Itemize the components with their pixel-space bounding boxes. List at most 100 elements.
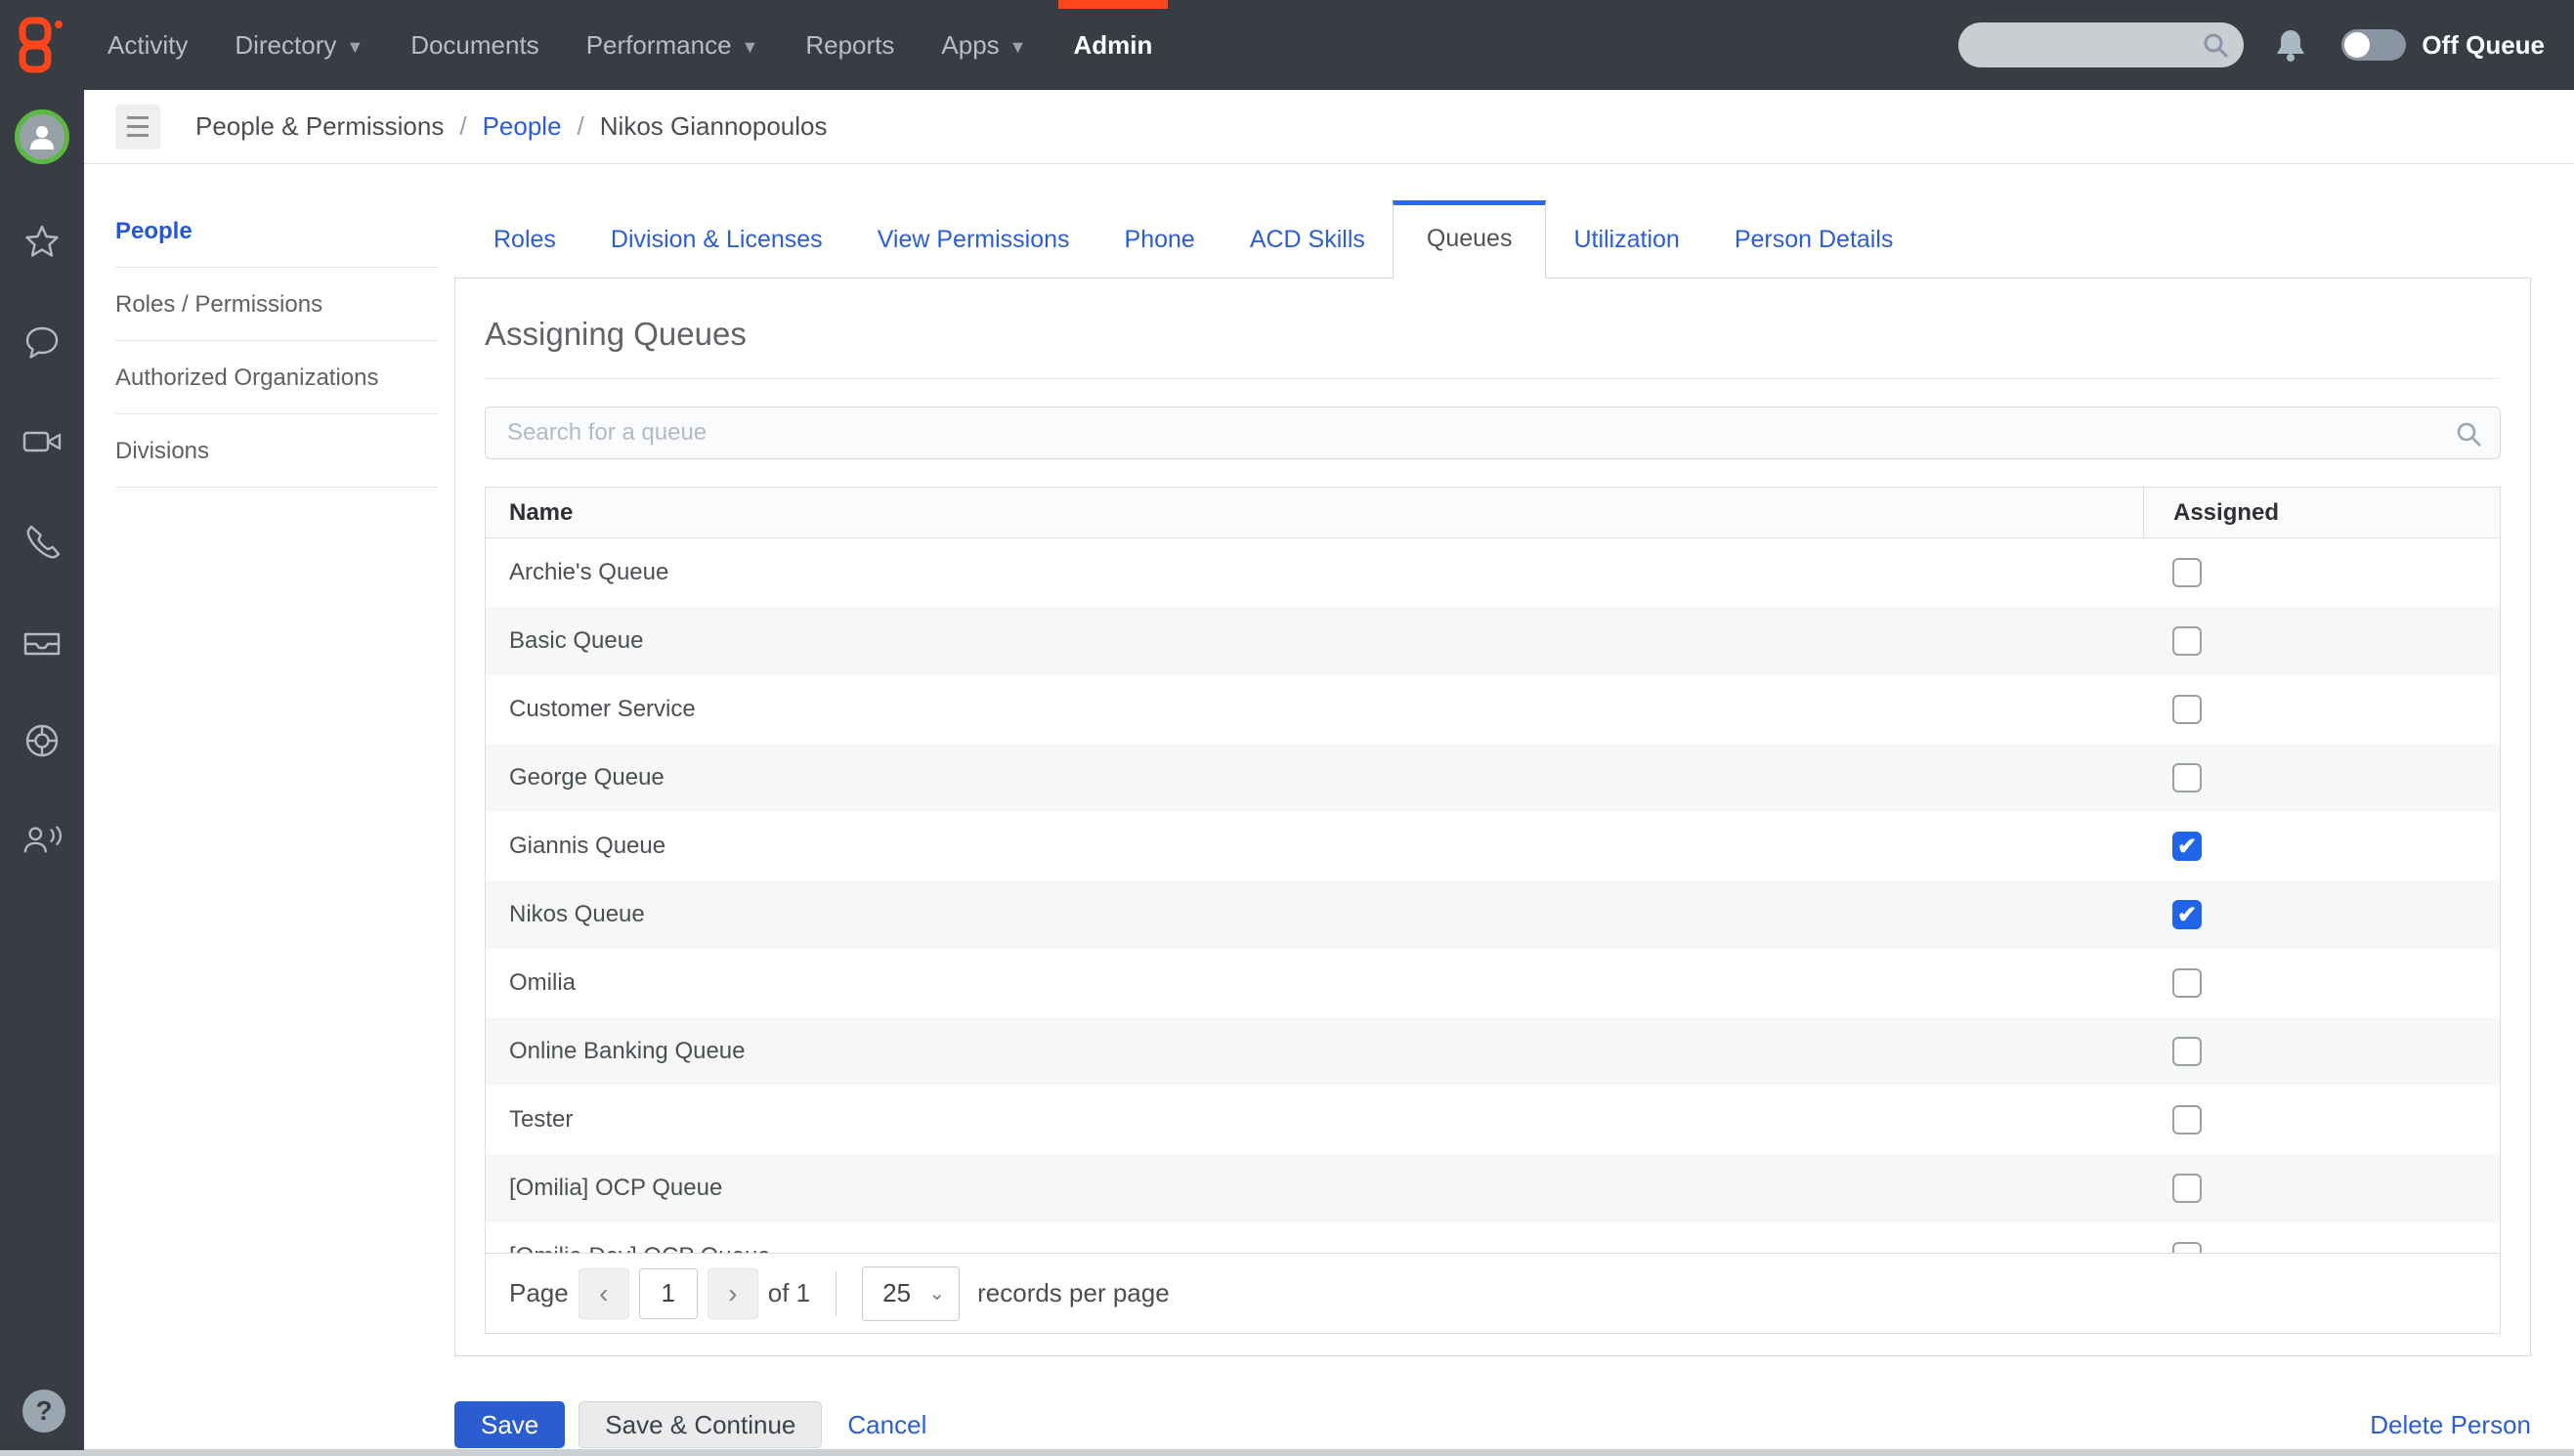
top-bar-right: Off Queue: [1958, 0, 2574, 90]
page-label: Page: [509, 1278, 569, 1308]
tab[interactable]: Utilization: [1546, 208, 1706, 278]
tab[interactable]: Phone: [1097, 208, 1223, 278]
records-per-page-label: records per page: [977, 1278, 1170, 1308]
top-nav-item[interactable]: Directory ▼: [211, 0, 387, 90]
breadcrumb-item[interactable]: Nikos Giannopoulos: [600, 111, 828, 142]
agent-voice-icon[interactable]: [21, 819, 64, 862]
assigned-cell: [2143, 695, 2500, 724]
breadcrumb-separator: /: [578, 111, 584, 142]
column-header-assigned: Assigned: [2143, 488, 2500, 537]
table-row: [Omilia Dev] OCP Queue: [486, 1222, 2500, 1253]
assigned-checkbox[interactable]: [2172, 900, 2202, 929]
video-icon[interactable]: [21, 420, 64, 463]
assigned-cell: [2143, 558, 2500, 587]
off-queue-label: Off Queue: [2422, 30, 2545, 61]
queue-name: [Omilia Dev] OCP Queue: [486, 1243, 2143, 1253]
pager-divider: [836, 1271, 837, 1316]
tab[interactable]: Roles: [466, 208, 583, 278]
chevron-down-icon: ▼: [742, 37, 759, 58]
queue-name: Nikos Queue: [486, 901, 2143, 928]
table-body: Archie's Queue Basic Queue: [486, 538, 2500, 1253]
page-size-value: 25: [882, 1278, 911, 1308]
tab[interactable]: Queues: [1393, 200, 1547, 278]
notifications-bell-icon[interactable]: [2273, 26, 2308, 64]
assigned-checkbox[interactable]: [2172, 1242, 2202, 1253]
tab[interactable]: Division & Licenses: [583, 208, 850, 278]
top-nav-item[interactable]: Documents ▼: [387, 0, 563, 90]
side-menu-item[interactable]: Roles / Permissions: [115, 268, 438, 341]
assigned-checkbox[interactable]: [2172, 695, 2202, 724]
top-nav-item[interactable]: Performance ▼: [563, 0, 783, 90]
current-page-input[interactable]: [639, 1268, 698, 1319]
queue-status-toggle[interactable]: [2341, 29, 2406, 61]
breadcrumb-item[interactable]: People: [483, 111, 562, 142]
top-nav-item[interactable]: Apps ▼: [918, 0, 1050, 90]
queue-name: George Queue: [486, 764, 2143, 792]
queue-name: Tester: [486, 1106, 2143, 1134]
favorites-star-icon[interactable]: [21, 221, 64, 264]
breadcrumb-item[interactable]: People & Permissions: [195, 111, 444, 142]
assigned-checkbox[interactable]: [2172, 1105, 2202, 1135]
side-menu-item[interactable]: People: [115, 194, 438, 268]
save-and-continue-button[interactable]: Save & Continue: [579, 1401, 822, 1448]
page-size-select[interactable]: 25 ⌄: [862, 1266, 960, 1321]
tab[interactable]: View Permissions: [850, 208, 1097, 278]
chat-icon[interactable]: [21, 321, 64, 364]
content-area: People Roles / Permissions Authorized Or…: [84, 165, 2574, 1450]
queue-search-input[interactable]: [485, 407, 2501, 459]
breadcrumb: / People & Permissions / People / Nikos …: [195, 111, 827, 142]
assigned-cell: [2143, 763, 2500, 792]
previous-page-button[interactable]: ‹: [579, 1268, 629, 1319]
bottom-strip: [0, 1449, 2574, 1456]
chevron-down-icon: ▼: [346, 37, 364, 58]
help-icon[interactable]: ?: [22, 1390, 65, 1433]
assigned-checkbox[interactable]: [2172, 763, 2202, 792]
table-row: Tester: [486, 1086, 2500, 1154]
table-header: Name Assigned: [486, 488, 2500, 538]
table-row: Customer Service: [486, 675, 2500, 744]
chevron-down-icon: ⌄: [928, 1281, 945, 1306]
top-nav-item[interactable]: Admin ▼: [1051, 0, 1177, 90]
global-search: [1958, 22, 2244, 67]
form-actions: Save Save & Continue Cancel Delete Perso…: [454, 1401, 2531, 1448]
top-nav-item[interactable]: Reports ▼: [782, 0, 918, 90]
phone-icon[interactable]: [21, 520, 64, 563]
queue-name: Customer Service: [486, 696, 2143, 723]
inbox-icon[interactable]: [21, 620, 64, 663]
table-row: Basic Queue: [486, 607, 2500, 675]
assigned-checkbox[interactable]: [2172, 626, 2202, 656]
assigned-checkbox[interactable]: [2172, 558, 2202, 587]
top-nav-item[interactable]: Activity ▼: [84, 0, 211, 90]
queue-search: [485, 407, 2501, 459]
hub-icon[interactable]: [21, 719, 64, 762]
queues-panel: Assigning Queues Name Assigned: [454, 278, 2531, 1356]
search-icon: [2454, 419, 2483, 453]
toggle-knob: [2344, 32, 2370, 58]
queue-name: [Omilia] OCP Queue: [486, 1175, 2143, 1202]
assigned-checkbox[interactable]: [2172, 1037, 2202, 1066]
menu-hamburger-icon[interactable]: [115, 105, 160, 150]
table-row: [Omilia] OCP Queue: [486, 1154, 2500, 1222]
assigned-checkbox[interactable]: [2172, 832, 2202, 861]
cancel-link[interactable]: Cancel: [847, 1410, 926, 1440]
assigned-checkbox[interactable]: [2172, 1174, 2202, 1203]
save-button[interactable]: Save: [454, 1401, 565, 1448]
side-menu-item[interactable]: Authorized Organizations: [115, 341, 438, 414]
assigned-cell: [2143, 1037, 2500, 1066]
top-navigation: Activity ▼ Directory ▼ Documents ▼ Perfo…: [84, 0, 1176, 90]
top-bar: Activity ▼ Directory ▼ Documents ▼ Perfo…: [0, 0, 2574, 90]
next-page-button[interactable]: ›: [708, 1268, 758, 1319]
queue-name: Omilia: [486, 969, 2143, 997]
rail-icon-list: [0, 221, 84, 862]
assigned-checkbox[interactable]: [2172, 968, 2202, 998]
tab[interactable]: ACD Skills: [1223, 208, 1393, 278]
assigned-cell: [2143, 832, 2500, 861]
chevron-down-icon: ▼: [1009, 37, 1027, 58]
side-menu-item[interactable]: Divisions: [115, 414, 438, 488]
queue-name: Online Banking Queue: [486, 1038, 2143, 1065]
breadcrumb-separator: /: [459, 111, 466, 142]
user-avatar[interactable]: [15, 109, 69, 164]
tab[interactable]: Person Details: [1707, 208, 1921, 278]
delete-person-link[interactable]: Delete Person: [2370, 1410, 2531, 1440]
search-icon: [2201, 30, 2230, 64]
